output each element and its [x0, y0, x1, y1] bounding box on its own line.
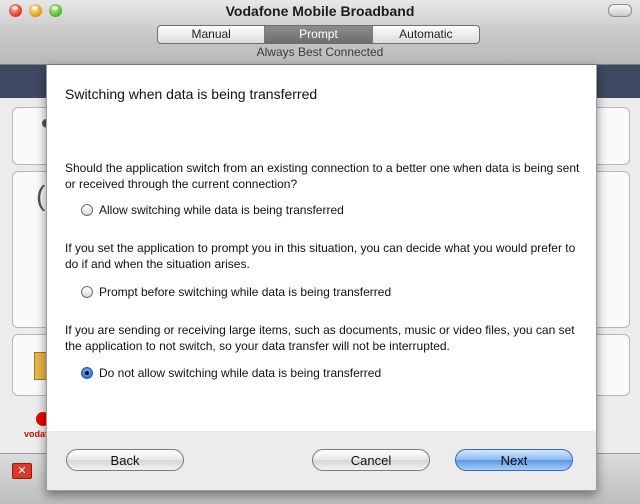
sheet-title: Switching when data is being transferred [65, 86, 318, 102]
switch-question-text: Should the application switch from an ex… [65, 161, 580, 191]
do-not-allow-switching-label[interactable]: Do not allow switching while data is bei… [99, 366, 381, 380]
do-not-allow-switching-option[interactable]: Do not allow switching while data is bei… [81, 365, 381, 381]
title-bar: Vodafone Mobile Broadband Manual Prompt … [0, 0, 640, 65]
prompt-before-switching-label[interactable]: Prompt before switching while data is be… [99, 285, 391, 299]
messages-icon[interactable]: ✕ [12, 463, 32, 479]
window-subtitle: Always Best Connected [256, 45, 384, 59]
allow-switching-option[interactable]: Allow switching while data is being tran… [81, 202, 344, 218]
window-title: Vodafone Mobile Broadband [225, 3, 415, 19]
large-items-description-text: If you are sending or receiving large it… [65, 323, 575, 353]
cancel-button[interactable]: Cancel [312, 449, 430, 471]
back-button[interactable]: Back [66, 449, 184, 471]
prompt-description-text: If you set the application to prompt you… [65, 241, 576, 271]
mode-automatic-segment[interactable]: Automatic [373, 26, 479, 43]
signal-icon: ( [36, 180, 46, 211]
next-button[interactable]: Next [455, 449, 573, 471]
connection-mode-control: Manual Prompt Automatic [157, 25, 480, 44]
mode-manual-segment[interactable]: Manual [158, 26, 266, 43]
allow-switching-label[interactable]: Allow switching while data is being tran… [99, 203, 344, 217]
do-not-allow-switching-radio[interactable] [81, 367, 93, 379]
toolbar-toggle-button[interactable] [608, 4, 632, 17]
prompt-before-switching-option[interactable]: Prompt before switching while data is be… [81, 284, 391, 300]
mode-prompt-segment[interactable]: Prompt [265, 26, 373, 43]
switching-settings-sheet: Switching when data is being transferred… [46, 65, 597, 491]
prompt-before-switching-radio[interactable] [81, 286, 93, 298]
allow-switching-radio[interactable] [81, 204, 93, 216]
